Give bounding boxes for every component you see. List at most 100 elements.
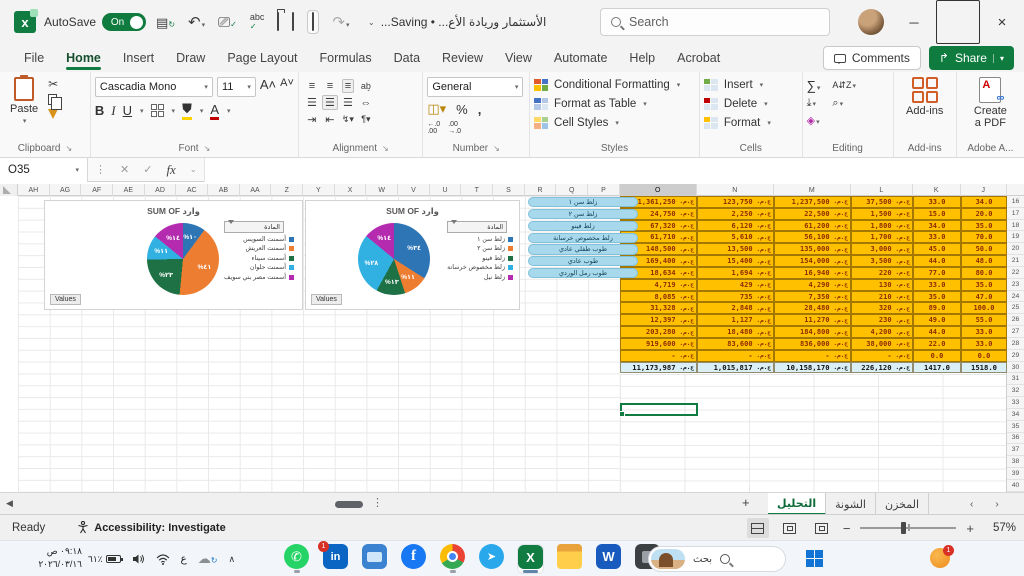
cell-J-25[interactable]: 100.0 [961,302,1007,314]
horizontal-scrollbar[interactable] [335,501,363,508]
fx-icon[interactable]: fx [166,162,175,178]
paste-button[interactable]: Paste▾ [4,75,44,127]
column-header-Y[interactable]: Y [303,184,335,196]
close-button[interactable]: × [980,0,1024,44]
cell-L-16[interactable]: 37,500ج.م. [851,196,913,208]
cell-J-26[interactable]: 55.0 [961,314,1007,326]
increase-indent-icon[interactable]: ⇤ [325,113,334,126]
battery-indicator[interactable]: ٦١٪ [88,554,121,565]
formula-input[interactable] [204,158,1024,182]
column-header-N[interactable]: N [697,184,774,196]
clipboard-launcher[interactable]: ↘ [66,144,73,153]
row-header-22[interactable]: 22 [1007,267,1024,279]
ribbon-tab-automate[interactable]: Automate [544,47,618,69]
cell-O-23[interactable]: 4,719ج.م. [620,279,697,291]
decrease-decimal-icon[interactable]: .00→.0 [448,121,461,135]
cell-N-16[interactable]: 123,750ج.م. [697,196,774,208]
cell-K-28[interactable]: 22.0 [913,338,961,350]
decrease-indent-icon[interactable]: ⇥ [307,113,316,126]
ribbon-tab-insert[interactable]: Insert [113,47,164,69]
cell-M-22[interactable]: 16,940ج.م. [774,267,851,279]
cell-K-30[interactable]: 1417.0 [913,362,961,374]
ribbon-tab-draw[interactable]: Draw [166,47,215,69]
cell-M-25[interactable]: 28,480ج.م. [774,302,851,314]
addins-button[interactable]: Add-ins [900,75,949,119]
cell-O-28[interactable]: 919,600ج.م. [620,338,697,350]
cell-N-17[interactable]: 2,250ج.م. [697,208,774,220]
select-all-corner[interactable] [0,184,18,196]
maximize-button[interactable] [936,0,980,44]
cell-K-23[interactable]: 33.0 [913,279,961,291]
column-header-AE[interactable]: AE [113,184,145,196]
zoom-out-icon[interactable]: − [843,521,851,536]
cell-K-18[interactable]: 34.0 [913,220,961,232]
clear-icon[interactable]: ◈▾ [807,114,821,127]
format-painter-icon[interactable] [48,109,58,119]
slicer-item[interactable]: طوب طفلي عادي [528,244,638,254]
row-header-34[interactable]: 34 [1007,409,1024,421]
remote-desktop-icon[interactable] [361,544,388,574]
sheet-tab[interactable]: التحليل [768,493,826,515]
number-launcher[interactable]: ↘ [493,144,500,153]
open-icon[interactable] [277,13,279,31]
ribbon-tab-formulas[interactable]: Formulas [310,47,382,69]
ribbon-tab-page-layout[interactable]: Page Layout [217,47,307,69]
whatsapp-icon[interactable]: ✆ [283,544,310,574]
notification-app-icon[interactable]: 1 [930,548,950,568]
cell-J-16[interactable]: 34.0 [961,196,1007,208]
number-format-select[interactable]: General▾ [427,77,523,97]
row-header-31[interactable]: 31 [1007,373,1024,385]
orientation-icon[interactable]: ab̘ [361,81,371,91]
sheet-tab[interactable]: الشونة [826,493,876,515]
autosave-toggle[interactable]: On [102,13,146,31]
cell-L-28[interactable]: 38,000ج.م. [851,338,913,350]
merge-center-icon[interactable]: ⇔ [360,97,371,109]
chrome-icon[interactable] [439,544,466,574]
font-color-icon[interactable]: A [210,102,219,120]
wrap-text-icon[interactable]: ↯▾ [342,114,354,125]
cell-L-19[interactable]: 1,700ج.م. [851,231,913,243]
cell-J-17[interactable]: 20.0 [961,208,1007,220]
align-right-icon[interactable]: ☰ [343,96,353,109]
cell-L-27[interactable]: 4,200ج.م. [851,326,913,338]
slicer-item[interactable]: زلط سن ١ [528,197,638,207]
cell-N-19[interactable]: 5,610ج.م. [697,231,774,243]
cancel-icon[interactable]: ✕ [120,163,129,176]
ribbon-tab-home[interactable]: Home [56,47,111,69]
redo-icon[interactable]: ↷▾ [332,15,349,30]
cell-J-18[interactable]: 35.0 [961,220,1007,232]
word-icon[interactable]: W [595,544,622,574]
sheet-tab[interactable]: المخزن [876,493,929,515]
insert-cells-button[interactable]: Insert▾ [704,75,763,94]
cell-L-23[interactable]: 130ج.م. [851,279,913,291]
italic-button[interactable]: I [111,103,115,119]
cell-M-20[interactable]: 135,000ج.م. [774,243,851,255]
cell-N-24[interactable]: 735ج.م. [697,291,774,303]
row-header-35[interactable]: 35 [1007,421,1024,433]
cell-O-29[interactable]: -ج.م. [620,350,697,362]
slicer-item[interactable]: زلط مخصوص خرسانة [528,233,638,243]
values-field-button[interactable]: Values [50,294,81,305]
cell-J-29[interactable]: 0.0 [961,350,1007,362]
cell-L-22[interactable]: 220ج.م. [851,267,913,279]
start-button[interactable] [806,550,823,567]
accessibility-status[interactable]: Accessibility: Investigate [77,521,225,534]
font-launcher[interactable]: ↘ [204,144,211,153]
language-indicator[interactable]: ع [181,553,187,565]
cell-M-30[interactable]: 10,158,170ج.م. [774,362,851,374]
cell-J-27[interactable]: 33.0 [961,326,1007,338]
row-header-21[interactable]: 21 [1007,255,1024,267]
linkedin-icon[interactable]: in1 [322,544,349,574]
underline-button[interactable]: U [123,103,132,118]
ribbon-tab-file[interactable]: File [14,47,54,69]
row-header-19[interactable]: 19 [1007,231,1024,243]
cell-N-27[interactable]: 18,480ج.م. [697,326,774,338]
cell-O-27[interactable]: 203,280ج.م. [620,326,697,338]
column-header-U[interactable]: U [430,184,462,196]
comments-button[interactable]: Comments [823,46,921,70]
bold-button[interactable]: B [95,103,104,118]
create-pdf-button[interactable]: Create a PDF [968,75,1013,131]
minimize-button[interactable]: ─ [892,0,936,44]
legend-field-button[interactable]: المادة [447,221,507,233]
format-cells-button[interactable]: Format▾ [704,113,771,132]
